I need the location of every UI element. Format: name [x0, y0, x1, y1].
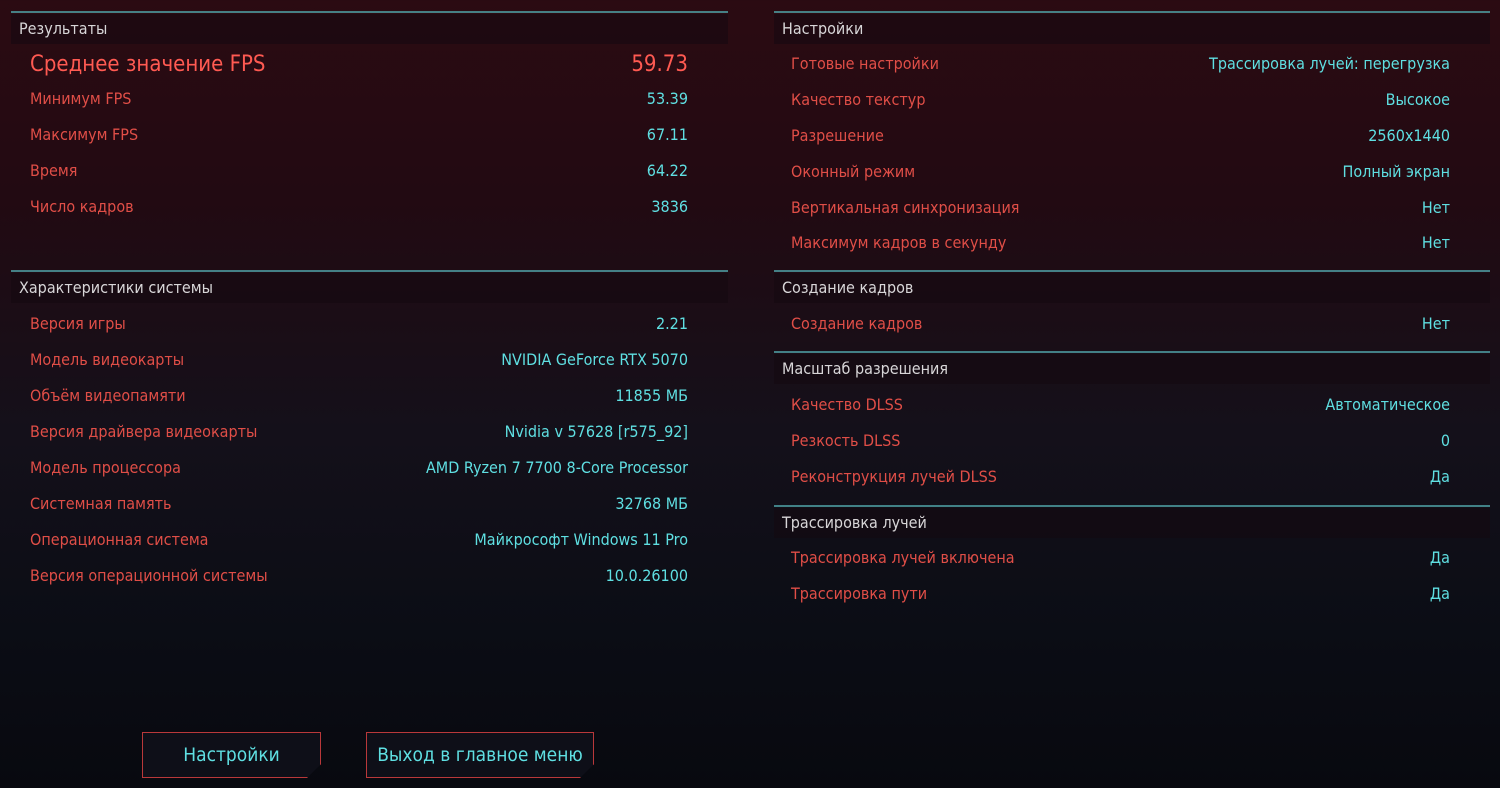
stat-label: Версия драйвера видеокарты — [30, 422, 258, 441]
exit-to-main-menu-button[interactable]: Выход в главное меню — [366, 732, 594, 778]
stat-label: Разрешение — [791, 126, 884, 145]
stat-value: 10.0.26100 — [605, 566, 688, 585]
section-divider — [774, 505, 1490, 507]
stat-row: Объём видеопамяти 11855 МБ — [30, 384, 688, 408]
stat-value: Да — [1429, 467, 1450, 486]
stat-value: AMD Ryzen 7 7700 8-Core Processor — [425, 458, 688, 477]
stat-value: NVIDIA GeForce RTX 5070 — [501, 350, 688, 369]
stat-label: Число кадров — [30, 197, 134, 216]
stat-row: Качество DLSS Автоматическое — [791, 393, 1450, 417]
section-title: Трассировка лучей — [774, 508, 1490, 538]
stat-row: Версия драйвера видеокарты Nvidia v 57628… — [30, 420, 688, 444]
stat-label: Версия игры — [30, 314, 126, 333]
section-title: Масштаб разрешения — [774, 354, 1490, 384]
stat-row: Трассировка лучей включена Да — [791, 546, 1450, 570]
stat-row: Резкость DLSS 0 — [791, 429, 1450, 453]
stat-row: Версия операционной системы 10.0.26100 — [30, 564, 688, 588]
stat-value: Да — [1429, 548, 1450, 567]
stat-label: Максимум кадров в секунду — [791, 233, 1007, 252]
stat-row: Реконструкция лучей DLSS Да — [791, 465, 1450, 489]
stat-row: Готовые настройки Трассировка лучей: пере… — [791, 52, 1450, 76]
stat-label: Время — [30, 161, 78, 180]
stat-row: Разрешение 2560x1440 — [791, 124, 1450, 148]
stat-label: Модель процессора — [30, 458, 181, 477]
stat-label: Версия операционной системы — [30, 566, 268, 585]
stat-row: Модель видеокарты NVIDIA GeForce RTX 5070 — [30, 348, 688, 372]
stat-value: 67.11 — [646, 125, 688, 144]
stat-value: Нет — [1421, 198, 1450, 217]
stat-value: 64.22 — [646, 161, 688, 180]
stat-label: Трассировка пути — [791, 584, 928, 603]
stat-row: Операционная система Майкрософт Windows 1… — [30, 528, 688, 552]
stat-value: Полный экран — [1342, 162, 1450, 181]
stat-value: Nvidia v 57628 [r575_92] — [504, 422, 688, 441]
stat-row: Среднее значение FPS 59.73 — [30, 50, 688, 80]
stat-row: Вертикальная синхронизация Нет — [791, 196, 1450, 220]
stat-row: Число кадров 3836 — [30, 195, 688, 219]
section-divider — [774, 11, 1490, 13]
stat-label: Резкость DLSS — [791, 431, 901, 450]
stat-label: Реконструкция лучей DLSS — [791, 467, 997, 486]
stat-label: Минимум FPS — [30, 89, 132, 108]
stat-row: Время 64.22 — [30, 159, 688, 183]
stat-row: Максимум кадров в секунду Нет — [791, 231, 1450, 255]
section-title: Настройки — [774, 14, 1490, 44]
stat-label: Вертикальная синхронизация — [791, 198, 1020, 217]
stat-label: Качество текстур — [791, 90, 926, 109]
stat-row: Трассировка пути Да — [791, 582, 1450, 606]
stat-value: 32768 МБ — [615, 494, 688, 513]
stat-label: Оконный режим — [791, 162, 916, 181]
stat-value: Автоматическое — [1325, 395, 1450, 414]
stat-row: Минимум FPS 53.39 — [30, 87, 688, 111]
stat-label: Трассировка лучей включена — [791, 548, 1015, 567]
stat-row: Максимум FPS 67.11 — [30, 123, 688, 147]
stat-value: 11855 МБ — [615, 386, 688, 405]
stat-label: Готовые настройки — [791, 54, 939, 73]
stat-value: Нет — [1421, 233, 1450, 252]
section-divider — [11, 11, 728, 13]
stat-value: 2.21 — [655, 314, 688, 333]
stat-label: Объём видеопамяти — [30, 386, 186, 405]
section-title: Характеристики системы — [11, 273, 728, 303]
stat-row: Качество текстур Высокое — [791, 88, 1450, 112]
stat-row: Оконный режим Полный экран — [791, 160, 1450, 184]
stat-value: Нет — [1421, 314, 1450, 333]
stat-row: Системная память 32768 МБ — [30, 492, 688, 516]
stat-row: Модель процессора AMD Ryzen 7 7700 8-Core… — [30, 456, 688, 480]
stat-row: Создание кадров Нет — [791, 312, 1450, 336]
section-title: Создание кадров — [774, 273, 1490, 303]
stat-label: Среднее значение FPS — [30, 52, 266, 77]
stat-value: Майкрософт Windows 11 Pro — [474, 530, 688, 549]
stat-value: Да — [1429, 584, 1450, 603]
stat-value: 53.39 — [646, 89, 688, 108]
stat-label: Создание кадров — [791, 314, 923, 333]
stat-value: 2560x1440 — [1368, 126, 1450, 145]
stat-label: Системная память — [30, 494, 172, 513]
stat-label: Операционная система — [30, 530, 209, 549]
settings-button[interactable]: Настройки — [142, 732, 321, 778]
stat-label: Качество DLSS — [791, 395, 903, 414]
section-title: Результаты — [11, 14, 728, 44]
stat-label: Максимум FPS — [30, 125, 139, 144]
stat-value: 3836 — [651, 197, 688, 216]
section-divider — [774, 351, 1490, 353]
stat-value: Трассировка лучей: перегрузка — [1209, 54, 1450, 73]
stat-label: Модель видеокарты — [30, 350, 185, 369]
stat-value: Высокое — [1385, 90, 1450, 109]
section-divider — [11, 270, 728, 272]
stat-row: Версия игры 2.21 — [30, 312, 688, 336]
stat-value: 0 — [1440, 431, 1450, 450]
section-divider — [774, 270, 1490, 272]
stat-value: 59.73 — [631, 52, 688, 77]
